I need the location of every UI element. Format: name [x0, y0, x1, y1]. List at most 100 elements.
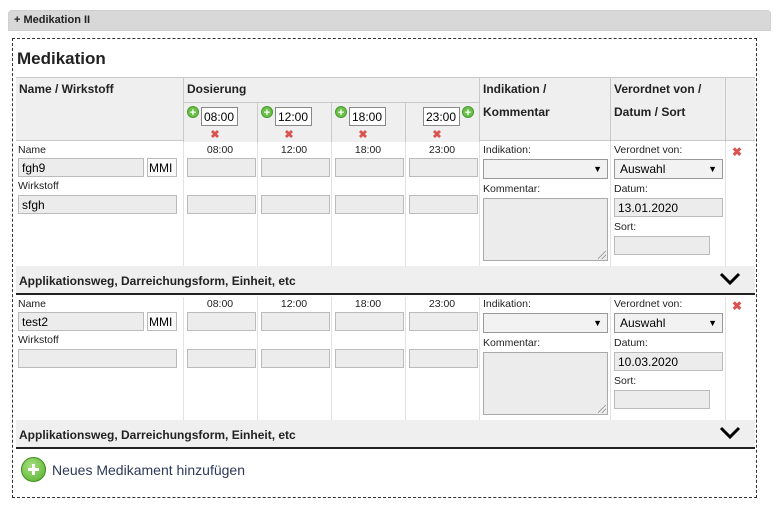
- header-verordnet: Verordnet von / Datum / Sort: [610, 78, 725, 142]
- dose-time-input[interactable]: [201, 107, 238, 126]
- dose-amount-input[interactable]: [335, 312, 404, 331]
- dose-time-input[interactable]: [275, 107, 312, 126]
- application-bar-label: Applikationsweg, Darreichungsform, Einhe…: [19, 274, 296, 288]
- divider: [479, 297, 480, 421]
- wirkstoff-input[interactable]: [18, 195, 177, 214]
- divider: [257, 142, 258, 266]
- verordnet-select[interactable]: Auswahl ▼: [614, 159, 723, 179]
- dose-slot-4: + ✖: [405, 102, 479, 142]
- datum-input[interactable]: [614, 352, 723, 371]
- header-dosierung: Dosierung: [183, 78, 479, 102]
- dose-time-label: 12:00: [280, 144, 308, 156]
- divider: [405, 142, 406, 266]
- dropdown-arrow-icon: ▼: [708, 318, 717, 328]
- application-bar[interactable]: Applikationsweg, Darreichungsform, Einhe…: [16, 266, 755, 295]
- dose-unit-input[interactable]: [335, 195, 404, 214]
- panel-title[interactable]: + Medikation II: [14, 14, 90, 26]
- divider: [183, 297, 184, 421]
- section-title: Medikation: [17, 49, 106, 68]
- kommentar-textarea[interactable]: [483, 352, 608, 415]
- add-medication-label[interactable]: Neues Medikament hinzufügen: [52, 462, 245, 478]
- wirkstoff-input[interactable]: [18, 349, 177, 368]
- dose-amount-input[interactable]: [261, 158, 330, 177]
- dose-slot-2: + ✖: [257, 102, 331, 142]
- add-time-icon[interactable]: +: [261, 106, 273, 119]
- chevron-down-icon[interactable]: [719, 424, 741, 440]
- add-time-icon[interactable]: +: [462, 106, 474, 119]
- divider: [331, 142, 332, 266]
- dose-unit-input[interactable]: [261, 195, 330, 214]
- name-input[interactable]: [18, 312, 144, 331]
- dose-slot-3: + ✖: [331, 102, 405, 142]
- dose-unit-input[interactable]: [261, 349, 330, 368]
- header-actions: [725, 78, 755, 142]
- divider: [610, 297, 611, 421]
- divider: [725, 142, 726, 266]
- mmi-button[interactable]: [147, 312, 177, 331]
- add-time-icon[interactable]: +: [335, 106, 347, 119]
- sort-label: Sort:: [614, 375, 637, 387]
- delete-medication-icon[interactable]: ✖: [732, 145, 742, 159]
- dose-time-input[interactable]: [423, 107, 460, 126]
- dose-amount-input[interactable]: [409, 312, 478, 331]
- name-label: Name: [18, 298, 47, 310]
- sort-input[interactable]: [614, 390, 710, 409]
- kommentar-textarea[interactable]: [483, 198, 608, 261]
- name-input[interactable]: [18, 158, 144, 177]
- indikation-label: Indikation:: [483, 144, 531, 156]
- dose-slot-1: + ✖: [183, 102, 257, 142]
- verordnet-label: Verordnet von:: [614, 298, 683, 310]
- dose-time-label: 12:00: [280, 298, 308, 310]
- sort-input[interactable]: [614, 236, 710, 255]
- verordnet-label: Verordnet von:: [614, 144, 683, 156]
- divider: [257, 297, 258, 421]
- dose-unit-input[interactable]: [187, 195, 256, 214]
- verordnet-select[interactable]: Auswahl ▼: [614, 313, 723, 333]
- resize-grip-icon[interactable]: [598, 251, 606, 259]
- plus-circle-icon[interactable]: [21, 457, 46, 482]
- dose-amount-input[interactable]: [187, 312, 256, 331]
- remove-time-icon[interactable]: ✖: [209, 129, 221, 141]
- medication-panel: Medikation Name / Wirkstoff Dosierung In…: [12, 38, 757, 498]
- dose-time-label: 18:00: [354, 298, 382, 310]
- remove-time-icon[interactable]: ✖: [357, 129, 369, 141]
- dose-time-label: 23:00: [428, 298, 456, 310]
- dose-amount-input[interactable]: [187, 158, 256, 177]
- divider: [725, 297, 726, 421]
- dose-unit-input[interactable]: [409, 349, 478, 368]
- dose-unit-input[interactable]: [335, 349, 404, 368]
- indikation-select[interactable]: ▼: [483, 313, 608, 333]
- kommentar-label: Kommentar:: [483, 337, 541, 349]
- remove-time-icon[interactable]: ✖: [283, 129, 295, 141]
- add-time-icon[interactable]: +: [187, 106, 199, 119]
- datum-input[interactable]: [614, 198, 723, 217]
- remove-time-icon[interactable]: ✖: [431, 129, 443, 141]
- indikation-label: Indikation:: [483, 298, 531, 310]
- dose-unit-input[interactable]: [187, 349, 256, 368]
- dose-time-label: 23:00: [428, 144, 456, 156]
- mmi-button[interactable]: [147, 158, 177, 177]
- kommentar-label: Kommentar:: [483, 183, 541, 195]
- indikation-select[interactable]: ▼: [483, 159, 608, 179]
- dose-amount-input[interactable]: [335, 158, 404, 177]
- datum-label: Datum:: [614, 183, 648, 195]
- resize-grip-icon[interactable]: [598, 405, 606, 413]
- divider: [405, 297, 406, 421]
- name-label: Name: [18, 144, 47, 156]
- header-name: Name / Wirkstoff: [19, 82, 114, 96]
- dose-time-label: 18:00: [354, 144, 382, 156]
- application-bar[interactable]: Applikationsweg, Darreichungsform, Einhe…: [16, 420, 755, 449]
- panel-header[interactable]: + Medikation II: [8, 10, 771, 31]
- divider: [183, 142, 184, 266]
- dose-time-input[interactable]: [349, 107, 386, 126]
- medication-entry-2: Name Wirkstoff 08:00 12:00 18:00 23:00 I…: [16, 297, 755, 421]
- divider: [610, 142, 611, 266]
- dose-amount-input[interactable]: [409, 158, 478, 177]
- dose-amount-input[interactable]: [261, 312, 330, 331]
- dose-unit-input[interactable]: [409, 195, 478, 214]
- chevron-down-icon[interactable]: [719, 270, 741, 286]
- dose-time-label: 08:00: [206, 144, 234, 156]
- dropdown-arrow-icon: ▼: [593, 318, 602, 328]
- delete-medication-icon[interactable]: ✖: [732, 299, 742, 313]
- dropdown-arrow-icon: ▼: [593, 164, 602, 174]
